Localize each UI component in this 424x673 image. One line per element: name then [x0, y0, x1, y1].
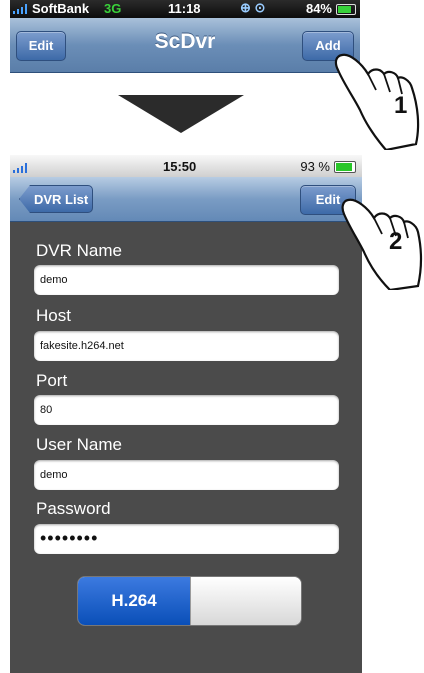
host-field[interactable]: fakesite.h264.net — [34, 331, 339, 361]
dvr-name-field[interactable]: demo — [34, 265, 339, 295]
dvr-list-back-button[interactable]: DVR List — [19, 185, 93, 213]
status-time: 11:18 — [168, 1, 201, 16]
navigation-bar: DVR List Edit — [10, 177, 362, 222]
status-bar: SoftBank 3G 11:18 ⊕ ⊙ 84% — [10, 0, 360, 18]
screen-two: 15:50 93 % DVR List Edit DVR Name demo H… — [10, 155, 362, 673]
toggle-on-label: H.264 — [78, 577, 190, 625]
pointing-hand-icon — [334, 53, 420, 150]
step-number-2: 2 — [389, 228, 403, 255]
password-label: Password — [36, 499, 111, 518]
battery-percent: 84% — [305, 1, 332, 16]
codec-toggle[interactable]: H.264 — [77, 576, 302, 626]
battery-icon — [336, 4, 356, 15]
signal-bars-icon — [13, 4, 29, 14]
carrier-label: SoftBank — [32, 1, 90, 16]
user-name-field[interactable]: demo — [34, 460, 339, 490]
network-label: 3G — [104, 1, 122, 16]
battery-icon — [334, 161, 356, 173]
screen-one: SoftBank 3G 11:18 ⊕ ⊙ 84% Edit ScDvr Add — [10, 0, 360, 73]
navigation-bar: Edit ScDvr Add — [10, 18, 360, 73]
step-number-1: 1 — [394, 92, 408, 119]
dvr-form: DVR Name demo Host fakesite.h264.net Por… — [10, 221, 362, 673]
pointing-hand-icon — [341, 198, 423, 290]
battery-percent: 93 % — [300, 159, 330, 174]
port-field[interactable]: 80 — [34, 395, 339, 425]
user-name-label: User Name — [36, 435, 122, 454]
dvr-name-label: DVR Name — [36, 241, 122, 260]
port-label: Port — [36, 371, 68, 390]
rotation-lock-icon: ⊕ ⊙ — [240, 0, 266, 15]
status-bar: 15:50 93 % — [10, 155, 362, 177]
toggle-knob[interactable] — [190, 577, 301, 625]
host-label: Host — [36, 306, 71, 325]
status-time: 15:50 — [163, 159, 197, 174]
password-field[interactable]: •••••••• — [34, 524, 339, 554]
signal-bars-icon — [13, 161, 35, 173]
down-arrow-icon — [118, 95, 244, 133]
